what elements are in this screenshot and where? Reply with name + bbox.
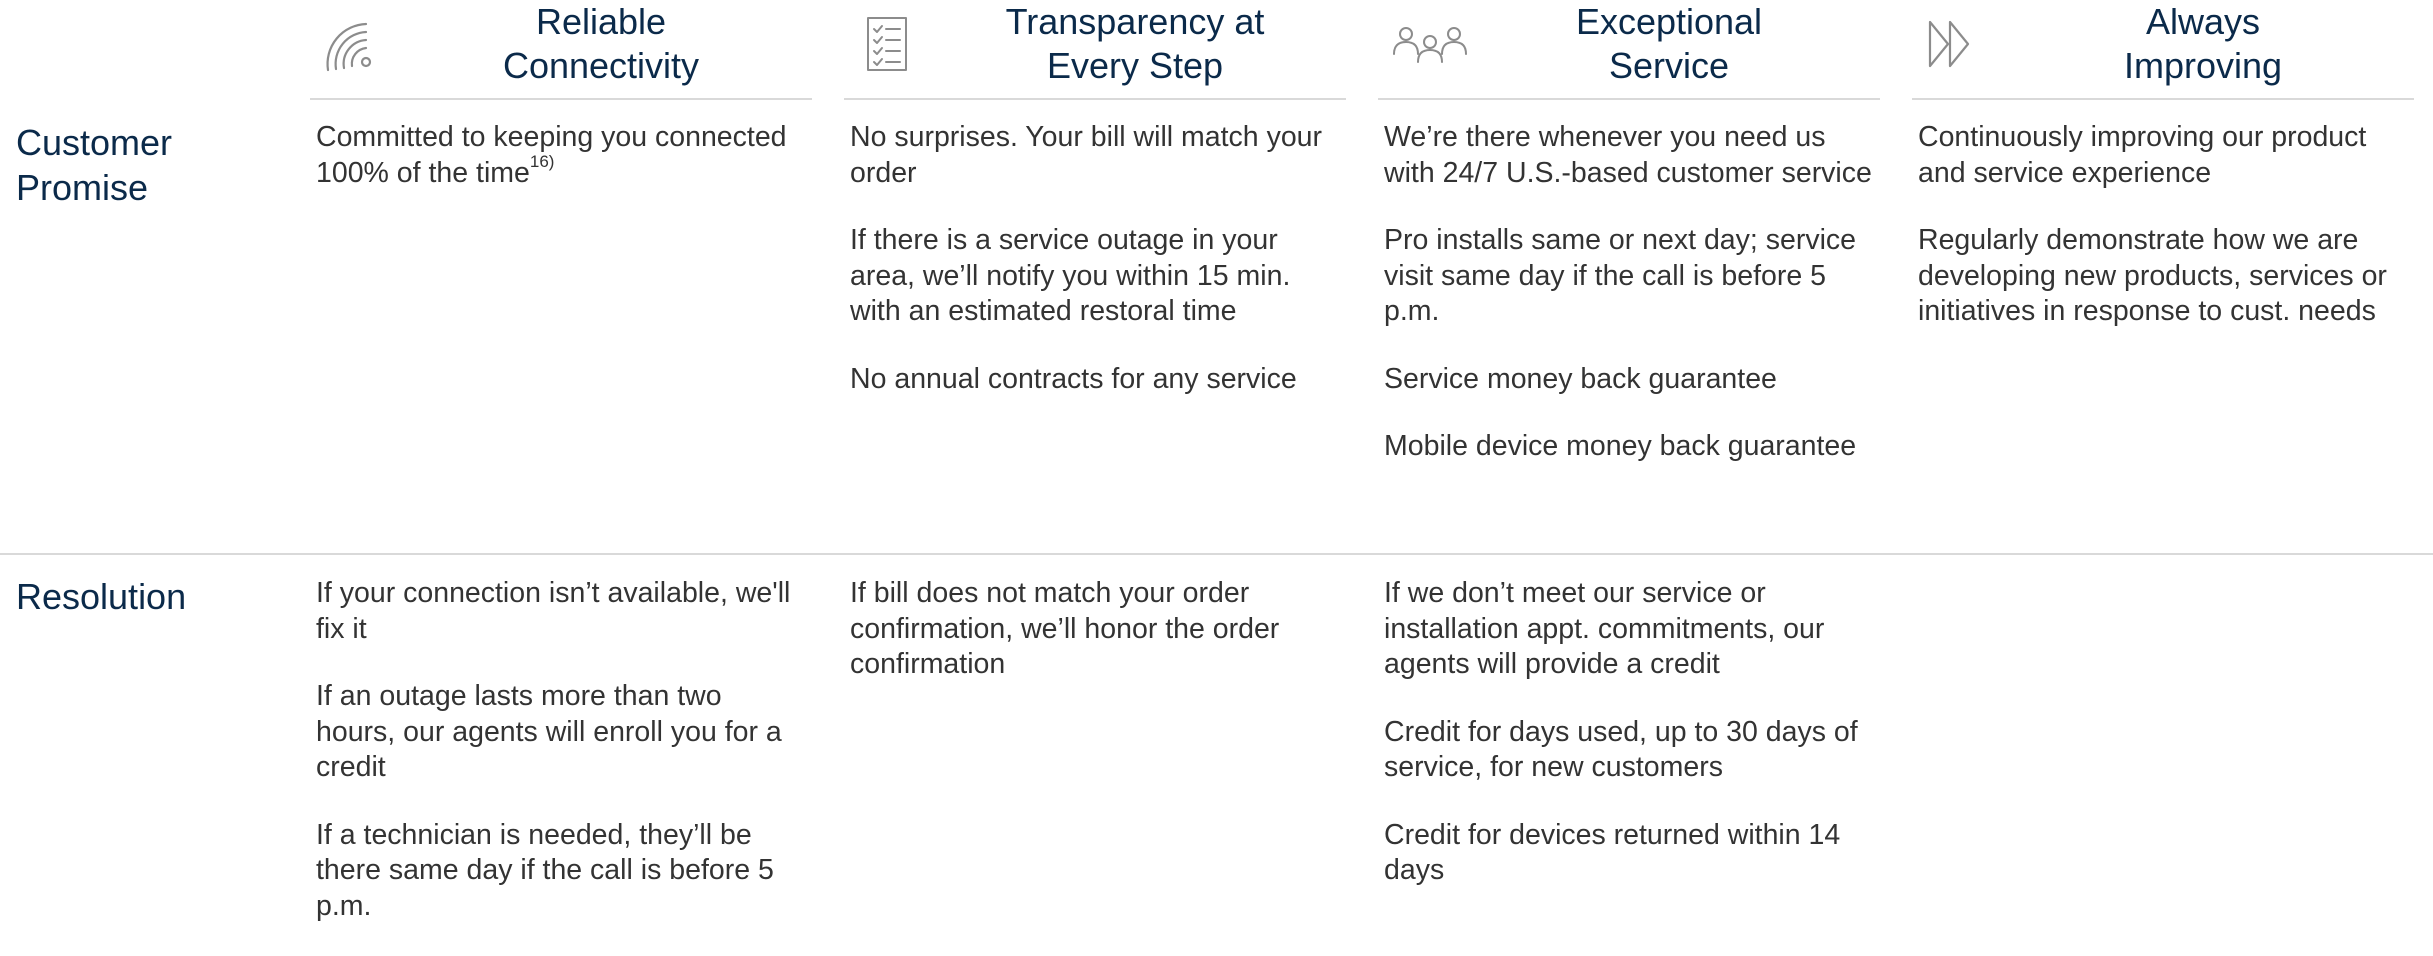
- promise-item: Mobile device money back guarantee: [1384, 430, 1857, 462]
- column-title: Always Improving: [2123, 1, 2283, 86]
- resolution-item: If your connection isn’t available, we'l…: [316, 577, 791, 645]
- promise-cell-transparency: No surprises. Your bill will match your …: [850, 120, 1340, 429]
- promise-item: Service money back guarantee: [1384, 362, 1777, 395]
- promise-item: No annual contracts for any service: [850, 362, 1297, 395]
- promise-item: Regularly demonstrate how we are develop…: [1918, 224, 2387, 327]
- row-label-customer-promise: Customer Promise: [16, 122, 173, 208]
- resolution-item: If we don’t meet our service or installa…: [1384, 577, 1825, 680]
- promise-item: Continuously improving our product and s…: [1918, 121, 2367, 189]
- promise-item: No surprises. Your bill will match your …: [850, 121, 1323, 189]
- promise-cell-improving: Continuously improving our product and s…: [1918, 120, 2418, 362]
- resolution-cell-connectivity: If your connection isn’t available, we'l…: [316, 576, 806, 956]
- column-header-exceptional-service: Exceptional Service: [1378, 0, 1880, 100]
- footnote-marker: 16): [529, 152, 555, 171]
- checklist-icon: [856, 14, 916, 74]
- column-header-reliable-connectivity: Reliable Connectivity: [310, 0, 812, 100]
- promise-cell-service: We’re there whenever you need us with 24…: [1384, 120, 1874, 497]
- promise-item: We’re there whenever you need us with 24…: [1384, 121, 1872, 189]
- column-header-always-improving: Always Improving: [1912, 0, 2414, 100]
- column-title: Exceptional Service: [1575, 1, 1763, 86]
- promise-cell-connectivity: Committed to keeping you connected 100% …: [316, 120, 806, 223]
- row-divider: [0, 553, 2433, 555]
- wifi-signal-icon: [322, 14, 382, 74]
- resolution-cell-service: If we don’t meet our service or installa…: [1384, 576, 1874, 921]
- people-group-icon: [1390, 14, 1467, 74]
- column-title: Transparency at Every Step: [1005, 1, 1265, 86]
- resolution-item: If an outage lasts more than two hours, …: [316, 680, 782, 783]
- resolution-item: Credit for days used, up to 30 days of s…: [1384, 715, 1858, 784]
- promise-item: Committed to keeping you connected 100% …: [316, 121, 787, 189]
- column-header-transparency: Transparency at Every Step: [844, 0, 1346, 100]
- promise-item: If there is a service outage in your are…: [850, 224, 1291, 327]
- resolution-cell-transparency: If bill does not match your order confir…: [850, 576, 1340, 715]
- column-title: Reliable Connectivity: [502, 1, 700, 86]
- resolution-item: Credit for devices returned within 14 da…: [1384, 818, 1841, 887]
- row-label-resolution: Resolution: [16, 576, 187, 617]
- promise-item: Pro installs same or next day; service v…: [1384, 224, 1857, 327]
- resolution-item: If bill does not match your order confir…: [850, 577, 1280, 680]
- resolution-item: If a technician is needed, they’ll be th…: [316, 818, 774, 922]
- fast-forward-icon: [1924, 14, 1984, 74]
